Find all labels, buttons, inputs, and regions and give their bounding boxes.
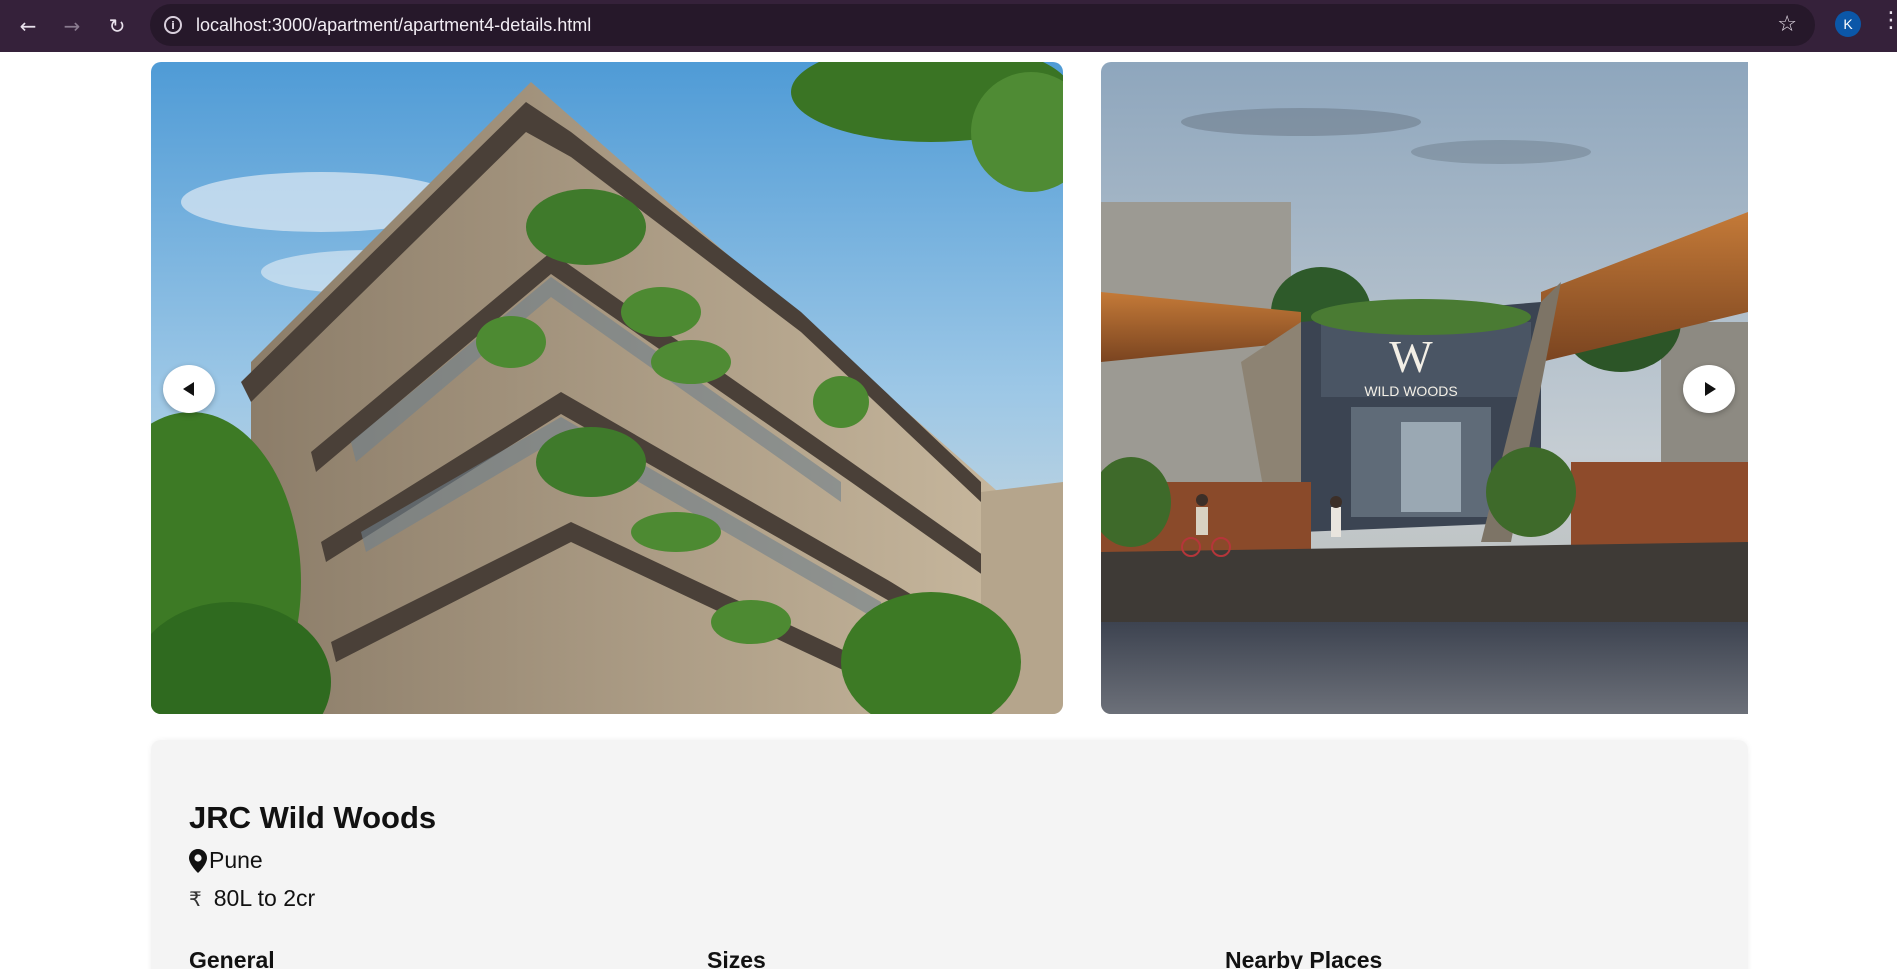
building-facade-image	[151, 62, 1063, 714]
back-arrow-icon[interactable]: ←	[12, 10, 44, 42]
url-text[interactable]: localhost:3000/apartment/apartment4-deta…	[196, 15, 591, 36]
carousel-prev-button[interactable]	[163, 365, 215, 413]
rupee-icon: ₹	[189, 886, 202, 911]
browser-toolbar: ← → ↻ i localhost:3000/apartment/apartme…	[0, 0, 1897, 52]
bookmark-star-icon[interactable]: ☆	[1777, 12, 1797, 37]
image-carousel: W WILD WOODS	[151, 62, 1748, 714]
price-text: 80L to 2cr	[213, 885, 316, 911]
location-text: Pune	[209, 847, 263, 873]
caret-right-icon	[1705, 382, 1716, 396]
kebab-menu-icon[interactable]: ⋮	[1880, 10, 1897, 32]
property-price: ₹ 80L to 2cr	[189, 885, 315, 912]
address-bar[interactable]: i localhost:3000/apartment/apartment4-de…	[150, 4, 1815, 46]
carousel-next-button[interactable]	[1683, 365, 1735, 413]
reload-icon[interactable]: ↻	[101, 10, 133, 42]
section-general-heading: General	[189, 947, 275, 969]
sign-text: WILD WOODS	[1364, 383, 1457, 399]
property-location: Pune	[189, 847, 263, 874]
property-details-card: JRC Wild Woods Pune ₹ 80L to 2cr General…	[151, 740, 1748, 969]
sign-letter: W	[1389, 331, 1433, 382]
section-sizes-heading: Sizes	[707, 947, 766, 969]
property-title: JRC Wild Woods	[189, 800, 437, 835]
profile-avatar[interactable]: K	[1835, 11, 1861, 37]
caret-left-icon	[182, 382, 194, 396]
map-pin-icon	[189, 848, 207, 873]
forward-arrow-icon[interactable]: →	[56, 10, 88, 42]
site-info-icon[interactable]: i	[164, 16, 182, 34]
section-nearby-heading: Nearby Places	[1225, 947, 1383, 969]
wild-woods-entrance-image: W WILD WOODS	[1101, 62, 1748, 714]
